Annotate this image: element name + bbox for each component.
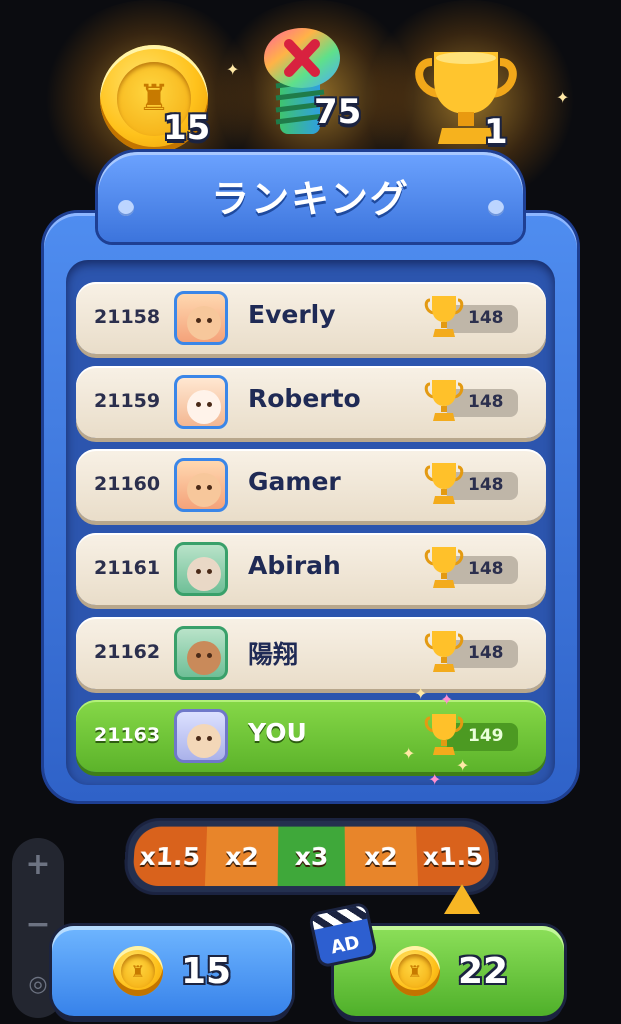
fox-avatar [174, 291, 228, 345]
trophy-icon [424, 714, 464, 755]
ranking-row: 21160 Gamer 148 [76, 449, 546, 521]
sparkle-icon: ✦ [428, 770, 442, 789]
raccoon-avatar [174, 542, 228, 596]
ranking-row: 21159 Roberto 148 [76, 366, 546, 438]
coin-icon: ♜ [112, 946, 163, 996]
player-name: 陽翔 [248, 640, 299, 669]
rank-number: 21158 [94, 306, 161, 328]
zoom-in-button[interactable]: + [12, 838, 64, 890]
coin-icon: ♜ [389, 946, 440, 996]
trophy-count: 1 [484, 112, 508, 152]
trophy-icon [424, 547, 464, 588]
ad-badge-label: AD [328, 931, 362, 959]
player-score: 148 [468, 308, 504, 328]
trophy-icon [424, 463, 464, 504]
sparkle-icon: ✦ [456, 756, 470, 775]
trophy-icon [424, 631, 464, 672]
claim-value: 15 [180, 950, 232, 992]
trophy-icon [424, 380, 464, 421]
multiplier-segment: x1.5 [415, 826, 491, 887]
ranking-row: 21162 陽翔 148 [76, 617, 546, 689]
claim-button[interactable]: ♜ 15 [52, 926, 292, 1016]
player-name: YOU [248, 718, 307, 747]
rank-number: 21161 [94, 557, 161, 579]
sparkle-icon: ✦ [402, 744, 416, 763]
player-name: Everly [248, 300, 336, 329]
multiplier-pointer [444, 884, 480, 914]
player-name: Roberto [248, 384, 361, 413]
ranking-row: 21161 Abirah 148 [76, 533, 546, 605]
multiplier-segment: x3 [277, 826, 346, 887]
bolt-count: 75 [314, 92, 362, 132]
ad-reward-value: 22 [457, 950, 509, 992]
multiplier-bar: x1.5 x2 x3 x2 x1.5 [125, 820, 498, 893]
player-score: 148 [468, 559, 504, 579]
panel-title: ランキング [211, 177, 410, 221]
ranking-row-you: 21163 YOU 149 [76, 700, 546, 772]
rank-number: 21163 [94, 724, 161, 746]
multiplier-segment: x2 [344, 826, 419, 887]
rank-number: 21160 [94, 473, 161, 495]
monkey-avatar [174, 626, 228, 680]
rank-number: 21162 [94, 641, 161, 663]
player-score: 149 [468, 726, 504, 746]
player-score: 148 [468, 643, 504, 663]
rank-number: 21159 [94, 390, 161, 412]
player-name: Gamer [248, 467, 341, 496]
sparkle-icon: ✦ [414, 684, 428, 703]
fox-avatar [174, 458, 228, 512]
player-name: Abirah [248, 551, 341, 580]
trophy-icon [424, 296, 464, 337]
sparkle-icon: ✦ [440, 690, 454, 709]
multiplier-segment: x2 [204, 826, 279, 887]
coin-count: 15 [163, 108, 211, 148]
player-score: 148 [468, 475, 504, 495]
player-score: 148 [468, 392, 504, 412]
sparkle-icon: ✦ [556, 88, 570, 107]
multiplier-segment: x1.5 [132, 826, 208, 887]
ranking-row: 21158 Everly 148 [76, 282, 546, 354]
bunny-avatar [174, 375, 228, 429]
sparkle-icon: ✦ [226, 60, 240, 79]
hamster-avatar [174, 709, 228, 763]
